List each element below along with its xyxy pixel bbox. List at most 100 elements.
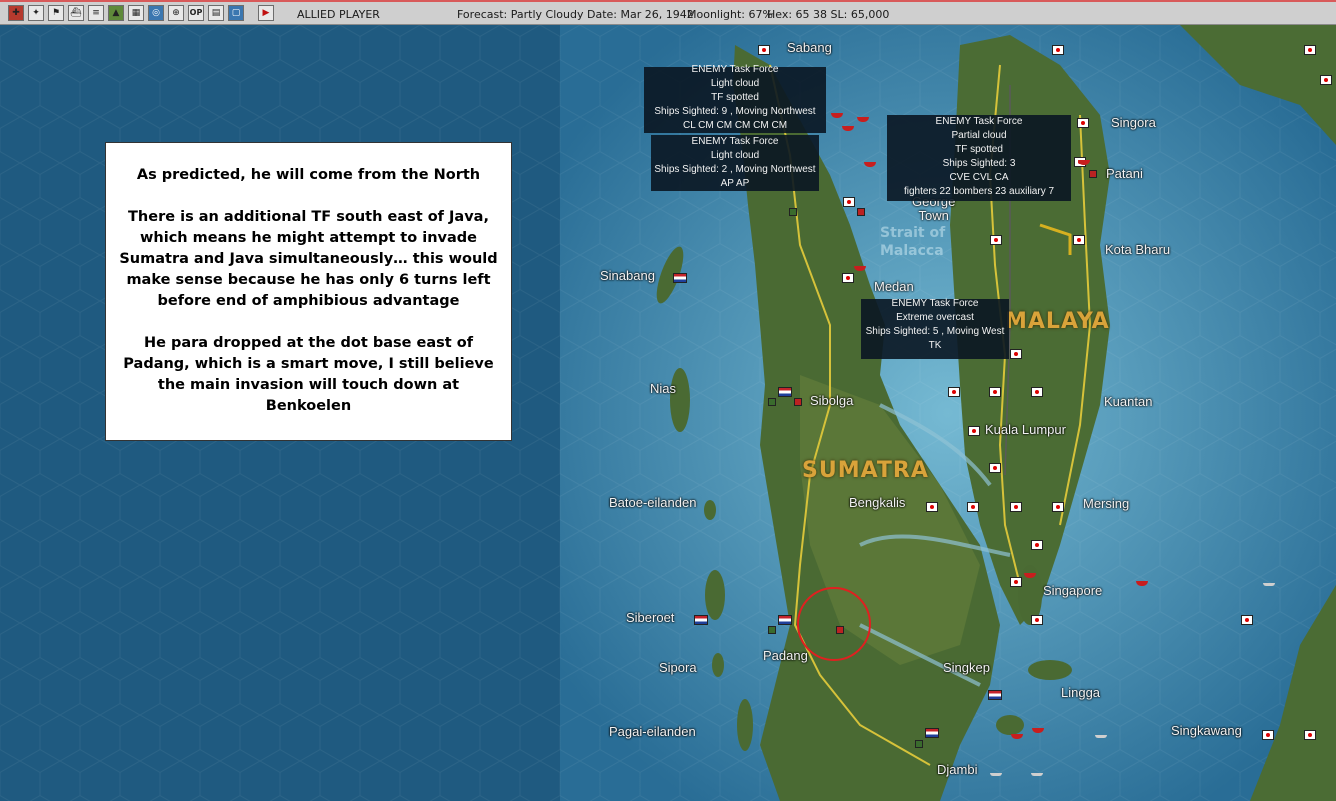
globe-icon[interactable]: ◎ — [148, 5, 164, 21]
tf-line: ENEMY Task Force — [691, 136, 779, 147]
task-force-info-1[interactable]: ENEMY Task Force Light cloud TF spotted … — [644, 64, 826, 133]
label-medan[interactable]: Medan — [874, 279, 914, 294]
japanese-flag-icon[interactable] — [926, 502, 938, 512]
label-kota-bharu[interactable]: Kota Bharu — [1105, 242, 1170, 257]
japanese-flag-icon[interactable] — [968, 426, 980, 436]
label-singkawang[interactable]: Singkawang — [1171, 723, 1242, 738]
para-drop-base-marker[interactable] — [836, 626, 844, 634]
ship-icon[interactable]: ⛴ — [68, 5, 84, 21]
label-sipora[interactable]: Sipora — [659, 660, 697, 675]
allied-base-marker[interactable] — [768, 626, 776, 634]
label-kuantan[interactable]: Kuantan — [1104, 394, 1152, 409]
label-singapore[interactable]: Singapore — [1043, 583, 1102, 598]
terrain-icon[interactable]: ▲ — [108, 5, 124, 21]
region-sumatra: SUMATRA — [802, 458, 929, 483]
dutch-flag-icon[interactable] — [925, 728, 939, 738]
label-djambi[interactable]: Djambi — [937, 762, 977, 777]
task-force-info-4[interactable]: ENEMY Task Force Extreme overcast Ships … — [861, 298, 1009, 359]
hex-label: Hex: 65 38 SL: 65,000 — [767, 8, 890, 21]
tf-line: Ships Sighted: 5 , Moving West — [865, 326, 1005, 337]
label-siberoet[interactable]: Siberoet — [626, 610, 674, 625]
label-batoe-eilanden[interactable]: Batoe-eilanden — [609, 495, 696, 510]
ship-list-icon[interactable]: ≡ — [88, 5, 104, 21]
japanese-flag-icon[interactable] — [989, 387, 1001, 397]
dutch-flag-icon[interactable] — [778, 387, 792, 397]
tf-line: TF spotted — [955, 144, 1003, 155]
label-bengkalis[interactable]: Bengkalis — [849, 495, 905, 510]
tf-line: fighters 22 bombers 23 auxiliary 7 — [903, 186, 1055, 197]
japanese-flag-icon[interactable] — [1052, 45, 1064, 55]
japanese-flag-icon[interactable] — [989, 463, 1001, 473]
japanese-flag-icon[interactable] — [1073, 235, 1085, 245]
tf-line: AP AP — [720, 178, 750, 189]
end-turn-icon[interactable]: ▶ — [258, 5, 274, 21]
tf-line: ENEMY Task Force — [891, 298, 979, 309]
dutch-flag-icon[interactable] — [778, 615, 792, 625]
tf-line: Ships Sighted: 9 , Moving Northwest — [654, 106, 816, 117]
report-icon[interactable]: ▤ — [208, 5, 224, 21]
label-padang[interactable]: Padang — [763, 648, 808, 663]
allied-base-marker[interactable] — [915, 740, 923, 748]
japanese-flag-icon[interactable] — [1031, 540, 1043, 550]
japanese-flag-icon[interactable] — [1010, 349, 1022, 359]
note-paragraph-3: He para dropped at the dot base east of … — [123, 335, 494, 414]
label-singora[interactable]: Singora — [1111, 115, 1156, 130]
japanese-flag-icon[interactable] — [1052, 502, 1064, 512]
window-icon[interactable]: ▢ — [228, 5, 244, 21]
label-sinabang[interactable]: Sinabang — [600, 268, 655, 283]
label-pagai-eilanden[interactable]: Pagai-eilanden — [609, 724, 696, 739]
tf-line: TF spotted — [711, 92, 759, 103]
task-force-info-2[interactable]: ENEMY Task Force Light cloud Ships Sight… — [651, 135, 819, 191]
japanese-flag-icon[interactable] — [758, 45, 770, 55]
japanese-flag-icon[interactable] — [1031, 387, 1043, 397]
japanese-flag-icon[interactable] — [1304, 730, 1316, 740]
top-toolbar: ✚ ✦ ⚑ ⛴ ≡ ▲ ▦ ◎ ⊕ OP ▤ ▢ ▶ ALLIED PLAYER… — [0, 0, 1336, 25]
dutch-flag-icon[interactable] — [694, 615, 708, 625]
air-units-icon[interactable]: ⚑ — [48, 5, 64, 21]
japanese-flag-icon[interactable] — [1010, 577, 1022, 587]
allied-ship-icon[interactable] — [1263, 583, 1275, 586]
dutch-flag-icon[interactable] — [673, 273, 687, 283]
label-mersing[interactable]: Mersing — [1083, 496, 1129, 511]
op-icon[interactable]: OP — [188, 5, 204, 21]
enemy-base-marker[interactable] — [1089, 170, 1097, 178]
japanese-flag-icon[interactable] — [1320, 75, 1332, 85]
target-icon[interactable]: ⊕ — [168, 5, 184, 21]
enemy-base-marker[interactable] — [857, 208, 865, 216]
japanese-flag-icon[interactable] — [967, 502, 979, 512]
label-nias[interactable]: Nias — [650, 381, 676, 396]
allied-base-marker[interactable] — [768, 398, 776, 406]
flag-red-icon[interactable]: ✚ — [8, 5, 24, 21]
label-singkep[interactable]: Singkep — [943, 660, 990, 675]
label-patani[interactable]: Patani — [1106, 166, 1143, 181]
forecast-label: Forecast: Partly Cloudy — [457, 8, 584, 21]
tf-line: TK — [928, 340, 942, 351]
japanese-flag-icon[interactable] — [948, 387, 960, 397]
allied-ship-icon[interactable] — [1095, 735, 1107, 738]
japanese-flag-icon[interactable] — [1304, 45, 1316, 55]
japanese-flag-icon[interactable] — [990, 235, 1002, 245]
moonlight-label: Moonlight: 67% — [687, 8, 773, 21]
label-kuala-lumpur[interactable]: Kuala Lumpur — [985, 422, 1066, 437]
label-sabang[interactable]: Sabang — [787, 40, 832, 55]
japanese-flag-icon[interactable] — [1241, 615, 1253, 625]
tf-line: ENEMY Task Force — [691, 64, 779, 75]
tf-line: Ships Sighted: 3 — [942, 158, 1016, 169]
japanese-flag-icon[interactable] — [843, 197, 855, 207]
grid-icon[interactable]: ▦ — [128, 5, 144, 21]
tf-line: Extreme overcast — [896, 312, 974, 323]
japanese-flag-icon[interactable] — [1031, 615, 1043, 625]
japanese-flag-icon[interactable] — [842, 273, 854, 283]
japanese-flag-icon[interactable] — [1077, 118, 1089, 128]
allied-base-marker[interactable] — [789, 208, 797, 216]
label-lingga[interactable]: Lingga — [1061, 685, 1100, 700]
dutch-flag-icon[interactable] — [988, 690, 1002, 700]
enemy-base-marker[interactable] — [794, 398, 802, 406]
label-sibolga[interactable]: Sibolga — [810, 393, 853, 408]
allied-ship-icon[interactable] — [1031, 773, 1043, 776]
task-force-info-3[interactable]: ENEMY Task Force Partial cloud TF spotte… — [887, 115, 1071, 201]
allied-ship-icon[interactable] — [990, 773, 1002, 776]
japanese-flag-icon[interactable] — [1010, 502, 1022, 512]
japanese-flag-icon[interactable] — [1262, 730, 1274, 740]
ground-units-icon[interactable]: ✦ — [28, 5, 44, 21]
